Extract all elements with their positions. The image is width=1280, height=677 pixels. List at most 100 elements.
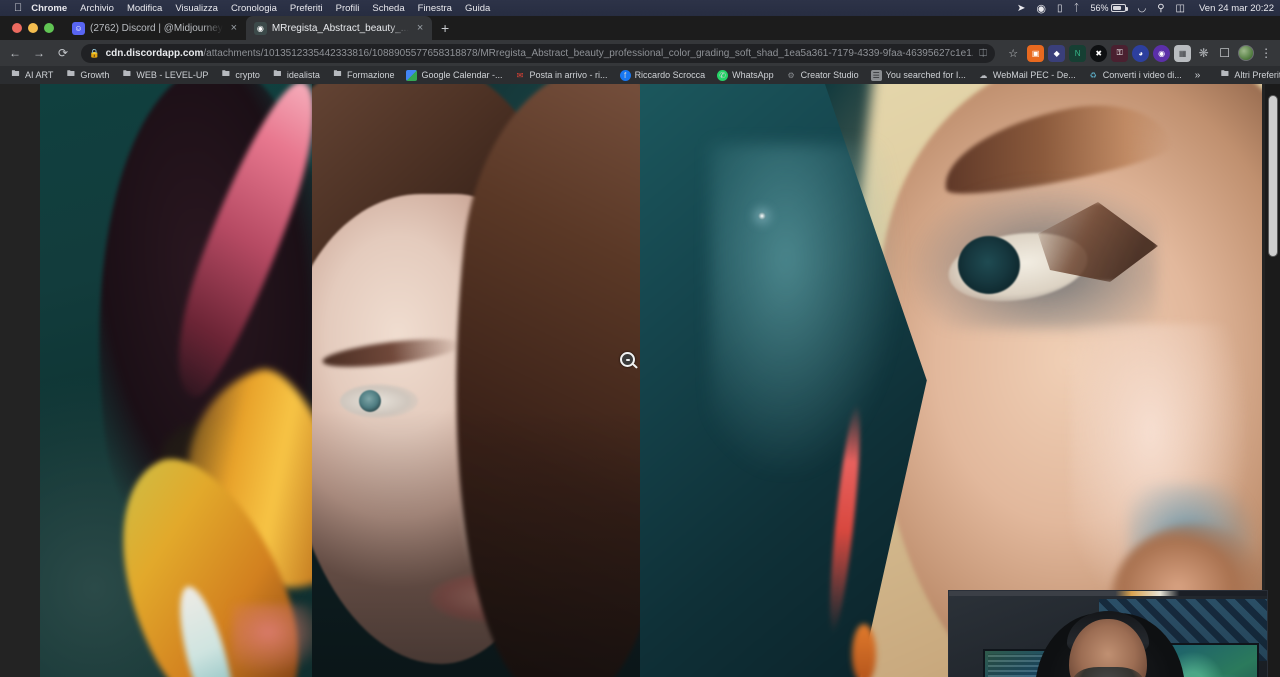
google-calendar-icon: [406, 69, 418, 81]
share-icon[interactable]: ⎅: [979, 48, 987, 59]
bookmarks-overflow-button[interactable]: »: [1188, 70, 1208, 81]
extension-blue-moon[interactable]: ◕: [1132, 44, 1150, 62]
close-button[interactable]: [12, 23, 22, 33]
extensions-puzzle-icon[interactable]: ❋: [1195, 45, 1212, 62]
extension-purple[interactable]: ◉: [1153, 44, 1171, 62]
extension-square[interactable]: ☐: [1216, 45, 1233, 62]
menubar-item-chrome[interactable]: Chrome: [31, 3, 67, 14]
menubar-item-finestra[interactable]: Finestra: [418, 3, 452, 14]
facebook-icon: f: [619, 69, 631, 81]
reload-icon[interactable]: ⟳: [52, 42, 74, 64]
folder-icon: 🖿: [221, 69, 230, 78]
apple-logo-icon[interactable]: : [14, 2, 22, 14]
menubar-item-visualizza[interactable]: Visualizza: [175, 3, 218, 14]
bookmark-gmail-inbox[interactable]: ✉ Posta in arrivo - ri...: [509, 70, 614, 81]
bookmark-label: Formazione: [346, 70, 395, 80]
profile-avatar[interactable]: [1238, 45, 1255, 61]
zoom-out-cursor: [620, 352, 635, 367]
folder-icon: 🖿: [66, 69, 75, 78]
chrome-menu-icon[interactable]: ⋮: [1258, 46, 1274, 60]
menubar-item-modifica[interactable]: Modifica: [127, 3, 162, 14]
tab-image[interactable]: ◉ MRregista_Abstract_beauty_... ×: [245, 16, 433, 40]
specular-highlight: [758, 212, 766, 220]
menubar-item-guida[interactable]: Guida: [465, 3, 490, 14]
search-icon[interactable]: ⚲: [1157, 3, 1164, 14]
vertical-scrollbar-thumb[interactable]: [1268, 95, 1278, 257]
folder-icon: 🖿: [1220, 69, 1229, 78]
bookmark-growth[interactable]: 🖿 Growth: [59, 69, 115, 81]
menubar-clock[interactable]: Ven 24 mar 20:22: [1199, 3, 1274, 14]
tab-strip: ☺ (2762) Discord | @Midjourney × ◉ MRreg…: [0, 16, 1280, 40]
extension-black-circle[interactable]: ✖: [1090, 44, 1108, 62]
folder-icon: 🖿: [273, 69, 282, 78]
chrome-window: ☺ (2762) Discord | @Midjourney × ◉ MRreg…: [0, 16, 1280, 677]
panel-abstract-flowing-hair-teal[interactable]: [40, 84, 312, 677]
extension-nord-vpn[interactable]: N: [1069, 44, 1087, 62]
menubar-item-cronologia[interactable]: Cronologia: [231, 3, 277, 14]
panel-macro-eye-profile[interactable]: [640, 84, 1262, 677]
bookmark-label: crypto: [235, 70, 260, 80]
screen:  Chrome Archivio Modifica Visualizza Cr…: [0, 0, 1280, 677]
battery-status[interactable]: 56%: [1090, 3, 1129, 13]
bookmark-idealista[interactable]: 🖿 idealista: [266, 69, 326, 81]
window-traffic-lights: [8, 16, 64, 40]
screen-icon[interactable]: ▯: [1057, 3, 1063, 14]
extension-blue[interactable]: ◆: [1048, 44, 1066, 62]
control-center-icon[interactable]: ◫: [1176, 3, 1185, 14]
wifi-icon[interactable]: ◡: [1137, 3, 1146, 14]
maximize-button[interactable]: [44, 23, 54, 33]
menubar-status-area: ➤ ◉ ▯ ᛏ 56% ◡ ⚲ ◫ Ven 24 mar 20:22: [1006, 2, 1274, 15]
webcam-presenter-overlay[interactable]: ▸ TUTORIAL: [948, 590, 1268, 677]
tab-close-icon[interactable]: ×: [228, 22, 240, 34]
page-icon: ☰: [870, 69, 882, 81]
battery-icon: [1111, 4, 1129, 12]
bookmark-you-searched-for[interactable]: ☰ You searched for I...: [865, 69, 972, 81]
image-favicon: ◉: [253, 21, 267, 35]
bookmark-star-icon[interactable]: ☆: [1002, 42, 1024, 64]
new-tab-button[interactable]: +: [432, 16, 458, 40]
discord-favicon: ☺: [72, 21, 85, 35]
omnibox[interactable]: 🔒 cdn.discordapp.com/attachments/1013512…: [81, 43, 996, 63]
panel-female-portrait-closeup[interactable]: [312, 84, 640, 677]
url-path: /attachments/1013512335442333816/1088905…: [203, 47, 974, 59]
forward-icon[interactable]: →: [28, 42, 50, 64]
back-icon[interactable]: ←: [4, 42, 26, 64]
bookmark-ai-art[interactable]: 🖿 AI ART: [4, 69, 59, 81]
bookmark-facebook-profile[interactable]: f Riccardo Scrocca: [614, 69, 712, 81]
vertical-scrollbar-track[interactable]: [1265, 84, 1280, 677]
tab-close-icon[interactable]: ×: [414, 22, 426, 34]
extension-key[interactable]: ⚿: [1111, 44, 1129, 62]
bookmark-whatsapp[interactable]: ✆ WhatsApp: [711, 69, 780, 81]
bookmark-webmail-pec[interactable]: ☁ WebMail PEC - De...: [972, 70, 1082, 81]
bookmark-crypto[interactable]: 🖿 crypto: [214, 69, 266, 81]
bookmark-label: WEB - LEVEL-UP: [136, 70, 209, 80]
bookmark-label: Posta in arrivo - ri...: [529, 70, 608, 80]
bookmark-converti-video[interactable]: ♻ Converti i video di...: [1082, 70, 1188, 81]
url-host: cdn.discordapp.com: [105, 47, 204, 59]
bluetooth-icon[interactable]: ᛏ: [1073, 3, 1079, 14]
lock-icon[interactable]: 🔒: [89, 48, 100, 59]
location-arrow-icon[interactable]: ➤: [1017, 3, 1025, 14]
record-circle-icon[interactable]: ◉: [1036, 2, 1046, 15]
menubar-item-archivio[interactable]: Archivio: [80, 3, 114, 14]
image-triptych[interactable]: [40, 84, 1262, 677]
bookmark-creator-studio[interactable]: ⚙ Creator Studio: [780, 70, 865, 81]
bookmark-label: idealista: [286, 70, 320, 80]
menubar-item-preferiti[interactable]: Preferiti: [290, 3, 323, 14]
bookmark-label: Creator Studio: [800, 70, 859, 80]
bookmark-label: Google Calendar -...: [421, 70, 503, 80]
bookmark-formazione[interactable]: 🖿 Formazione: [326, 69, 401, 81]
page-viewport[interactable]: ▸ TUTORIAL: [0, 84, 1280, 677]
bookmark-web-level-up[interactable]: 🖿 WEB - LEVEL-UP: [115, 69, 214, 81]
tab-discord[interactable]: ☺ (2762) Discord | @Midjourney ×: [64, 16, 246, 40]
bookmark-label: WebMail PEC - De...: [992, 70, 1076, 80]
extension-orange[interactable]: ▣: [1027, 44, 1045, 62]
bookmark-google-calendar[interactable]: Google Calendar -...: [400, 69, 508, 81]
minimize-button[interactable]: [28, 23, 38, 33]
iris-shape: [958, 236, 1020, 294]
extension-grid[interactable]: ▦: [1174, 44, 1192, 62]
convert-icon: ♻: [1089, 70, 1097, 80]
menubar-item-scheda[interactable]: Scheda: [372, 3, 404, 14]
menubar-item-profili[interactable]: Profili: [336, 3, 360, 14]
bookmark-other-bookmarks[interactable]: 🖿 Altri Preferiti: [1213, 69, 1280, 81]
